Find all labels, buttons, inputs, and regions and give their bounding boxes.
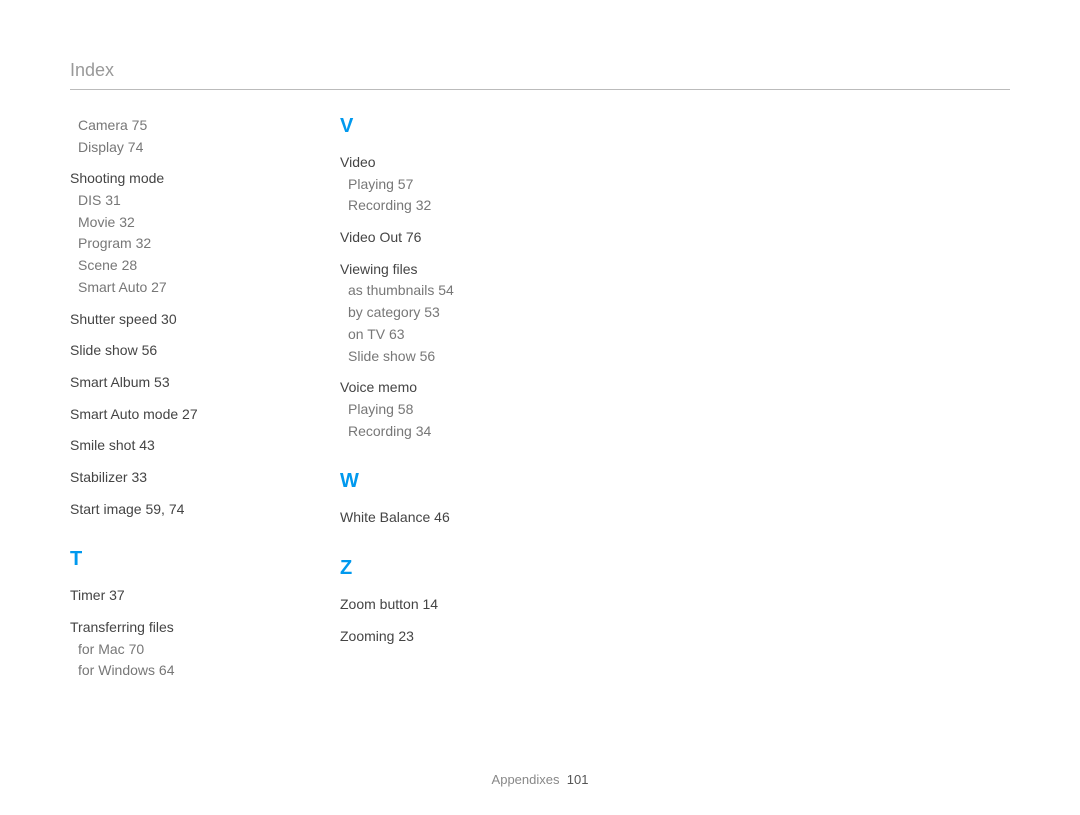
index-subentry: as thumbnails 54 [348,280,550,302]
index-entry: Stabilizer 33 [70,467,280,489]
index-entry: Viewing files [340,259,550,281]
index-entry: Start image 59, 74 [70,499,280,521]
index-entry: Zoom button 14 [340,594,550,616]
page-container: Index Camera 75 Display 74 Shooting mode… [0,0,1080,722]
index-subentry: DIS 31 [78,190,280,212]
index-subentry: Movie 32 [78,212,280,234]
section-letter-z: Z [340,557,550,580]
index-columns: Camera 75 Display 74 Shooting mode DIS 3… [70,115,1010,682]
index-subentry: Scene 28 [78,255,280,277]
section-letter-w: W [340,470,550,493]
index-subentry: Slide show 56 [348,346,550,368]
index-entry: Timer 37 [70,585,280,607]
page-title: Index [70,60,1010,90]
index-entry: Voice memo [340,377,550,399]
index-entry: Smart Auto mode 27 [70,404,280,426]
footer-section-label: Appendixes [492,772,560,787]
column-1: Camera 75 Display 74 Shooting mode DIS 3… [70,115,280,682]
index-entry: Smart Album 53 [70,372,280,394]
index-subentry: Camera 75 [78,115,280,137]
index-subentry: Recording 32 [348,195,550,217]
index-subentry: Display 74 [78,137,280,159]
index-entry: Video [340,152,550,174]
index-entry: Shooting mode [70,168,280,190]
index-subentry: for Windows 64 [78,660,280,682]
index-subentry: Recording 34 [348,421,550,443]
column-2: V Video Playing 57 Recording 32 Video Ou… [340,115,550,682]
index-subentry: Program 32 [78,233,280,255]
section-letter-v: V [340,115,550,138]
index-subentry: Playing 57 [348,174,550,196]
index-subentry: Smart Auto 27 [78,277,280,299]
index-subentry: on TV 63 [348,324,550,346]
index-subentry: by category 53 [348,302,550,324]
index-subentry: for Mac 70 [78,639,280,661]
page-footer: Appendixes 101 [0,772,1080,787]
footer-page-number: 101 [567,772,589,787]
index-entry: Smile shot 43 [70,435,280,457]
index-entry: Slide show 56 [70,340,280,362]
index-entry: Zooming 23 [340,626,550,648]
section-letter-t: T [70,548,280,571]
index-entry: Video Out 76 [340,227,550,249]
index-entry: Transferring files [70,617,280,639]
index-subentry: Playing 58 [348,399,550,421]
index-entry: Shutter speed 30 [70,309,280,331]
index-entry: White Balance 46 [340,507,550,529]
